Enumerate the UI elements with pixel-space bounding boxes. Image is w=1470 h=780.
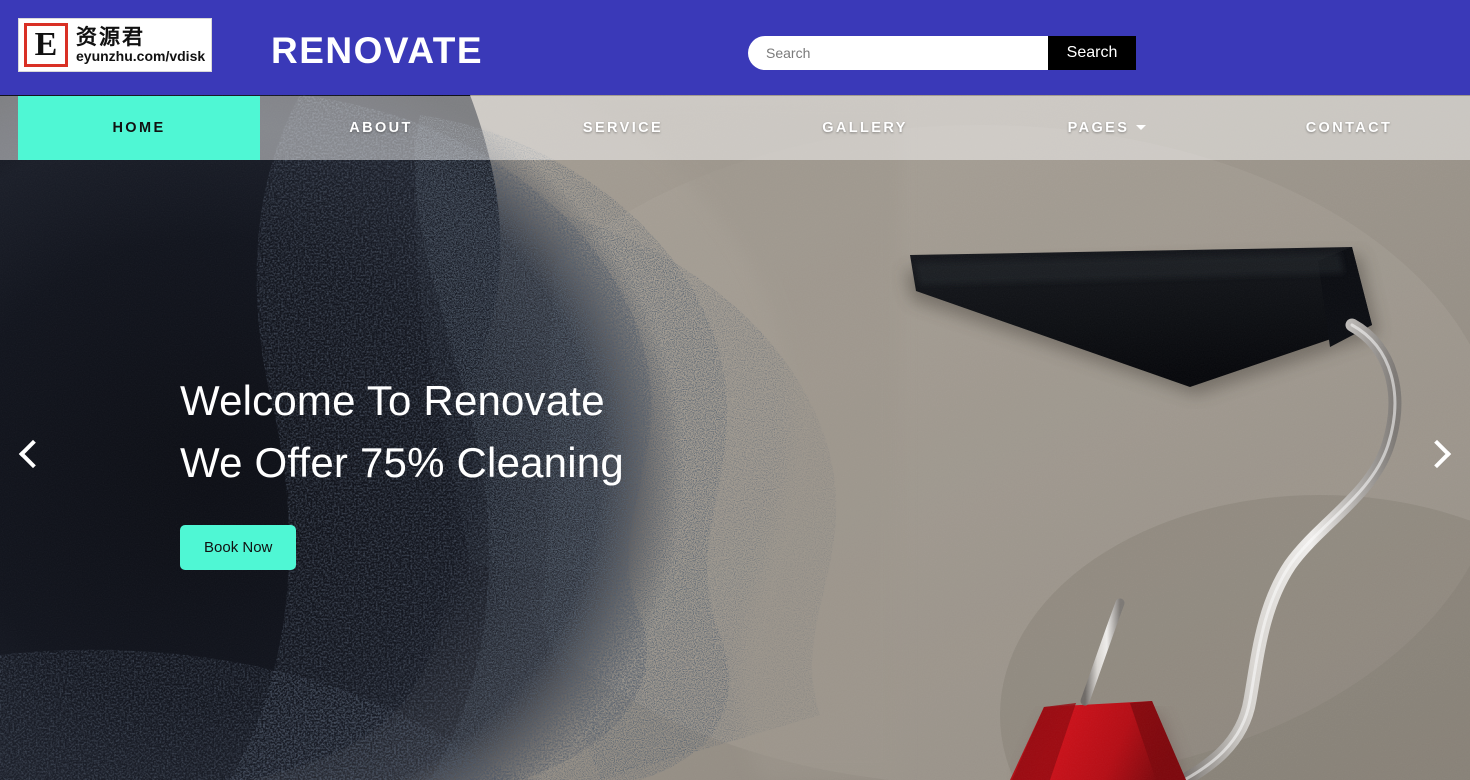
nav-item-service[interactable]: SERVICE bbox=[502, 96, 744, 160]
page-root: E 资源君 eyunzhu.com/vdisk RENOVATE Search … bbox=[0, 0, 1470, 780]
nav-label-home: HOME bbox=[112, 120, 166, 136]
nav-label-gallery: GALLERY bbox=[822, 120, 908, 136]
search-button[interactable]: Search bbox=[1048, 36, 1136, 70]
nav-item-contact[interactable]: CONTACT bbox=[1228, 96, 1470, 160]
logo-mark-icon: E bbox=[24, 23, 68, 67]
nav-label-about: ABOUT bbox=[349, 120, 413, 136]
nav-label-contact: CONTACT bbox=[1305, 120, 1393, 136]
brand-title[interactable]: RENOVATE bbox=[271, 30, 483, 72]
hero-content: Welcome To Renovate We Offer 75% Cleanin… bbox=[180, 370, 624, 570]
nav-item-about[interactable]: ABOUT bbox=[260, 96, 502, 160]
book-now-button[interactable]: Book Now bbox=[180, 525, 297, 570]
logo-mark-letter: E bbox=[27, 26, 65, 64]
search-form: Search bbox=[748, 36, 1136, 70]
nav-item-gallery[interactable]: GALLERY bbox=[744, 96, 986, 160]
hero-headline-line2: We Offer 75% Cleaning bbox=[180, 439, 624, 486]
logo-text: 资源君 eyunzhu.com/vdisk bbox=[76, 25, 206, 64]
site-header: E 资源君 eyunzhu.com/vdisk RENOVATE Search bbox=[0, 0, 1470, 95]
nav-label-pages: PAGES bbox=[1067, 120, 1130, 136]
chevron-down-icon bbox=[1136, 124, 1147, 130]
chevron-right-icon bbox=[1422, 439, 1452, 469]
logo-url: eyunzhu.com/vdisk bbox=[76, 48, 206, 64]
main-navigation: HOME ABOUT SERVICE GALLERY PAGES CONTACT bbox=[0, 96, 1470, 160]
nav-item-pages[interactable]: PAGES bbox=[986, 96, 1228, 160]
logo-chinese-name: 资源君 bbox=[76, 25, 145, 49]
search-input[interactable] bbox=[748, 36, 1048, 70]
carousel-prev-button[interactable] bbox=[0, 423, 60, 485]
hero-headline-line1: Welcome To Renovate bbox=[180, 377, 605, 424]
chevron-left-icon bbox=[18, 439, 48, 469]
nav-label-service: SERVICE bbox=[582, 120, 664, 136]
logo[interactable]: E 资源君 eyunzhu.com/vdisk bbox=[18, 18, 212, 72]
carousel-next-button[interactable] bbox=[1410, 423, 1470, 485]
nav-item-home[interactable]: HOME bbox=[18, 96, 260, 160]
